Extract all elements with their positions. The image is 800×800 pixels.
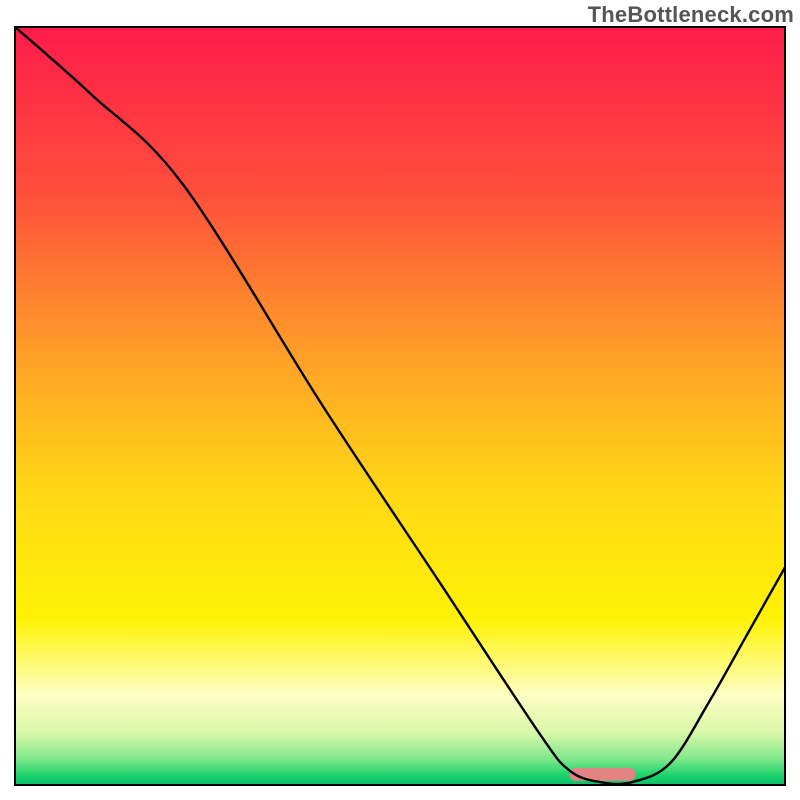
- watermark-text: TheBottleneck.com: [588, 2, 794, 28]
- chart-container: TheBottleneck.com: [0, 0, 800, 800]
- optimal-marker: [570, 768, 636, 781]
- gradient-background: [14, 26, 786, 786]
- bottleneck-plot: [14, 26, 786, 786]
